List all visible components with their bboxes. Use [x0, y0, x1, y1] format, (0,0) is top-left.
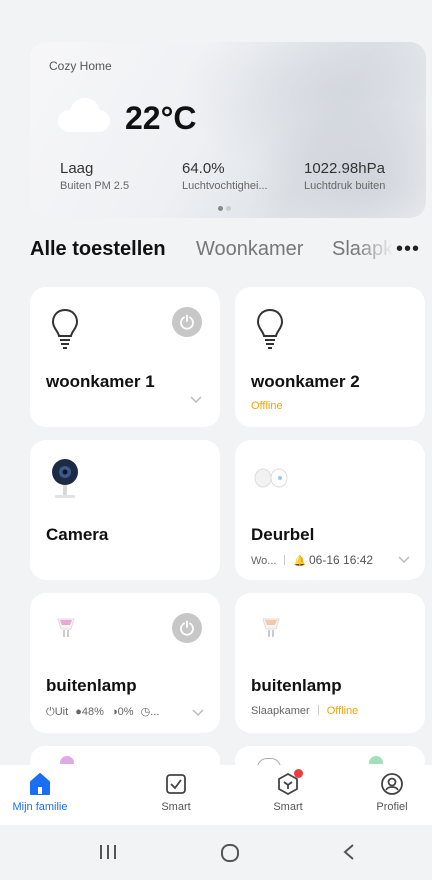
page-dot-active [218, 206, 223, 211]
power-state-icon: ⏻ [46, 706, 55, 718]
home-button-icon[interactable] [220, 843, 240, 868]
weather-card[interactable]: Cozy Home 22°C Laag Buiten PM 2.5 64.0% … [30, 42, 426, 218]
chevron-down-icon[interactable] [398, 553, 410, 567]
device-info: Wo... 🔔 06-16 16:42 [251, 553, 373, 567]
device-icon-partial [369, 756, 383, 764]
brightness-icon: ● [75, 706, 82, 718]
nav-label: Profiel [376, 801, 408, 813]
device-room: Wo... [251, 555, 277, 567]
nav-label: Mijn familie [12, 801, 68, 813]
device-name: woonkamer 2 [251, 372, 360, 391]
page-indicator [218, 198, 234, 216]
device-name: buitenlamp [251, 676, 342, 695]
spotlight-icon [262, 618, 280, 637]
bulb-icon [256, 308, 284, 349]
nav-smart-1[interactable]: Smart [136, 765, 216, 813]
page-dot [226, 206, 231, 211]
divider [284, 555, 286, 565]
stat-label: Luchtdruk buiten [304, 180, 386, 192]
saturation-icon: ◑ [110, 706, 118, 718]
power-state: Uit [54, 706, 69, 718]
power-icon [180, 314, 194, 330]
stat-label: Luchtvochtighei... [182, 180, 268, 192]
power-icon [180, 620, 194, 636]
offline-status: Offline [251, 400, 283, 412]
device-card-camera[interactable]: Camera [30, 440, 220, 580]
system-navigation-bar [0, 825, 432, 880]
chevron-down-icon[interactable] [192, 706, 204, 720]
notification-badge [294, 769, 303, 778]
offline-status: Offline [326, 705, 359, 717]
divider [317, 705, 319, 715]
camera-icon [52, 459, 78, 498]
device-icon-partial [60, 756, 74, 764]
recent-apps-icon[interactable] [98, 843, 118, 866]
device-name: Camera [46, 525, 109, 544]
nav-label: Smart [273, 801, 303, 813]
stat-pm25: Laag Buiten PM 2.5 [60, 160, 129, 192]
nav-mijn-familie[interactable]: Mijn familie [0, 765, 80, 813]
checkbox-icon [163, 771, 189, 797]
power-button[interactable] [172, 307, 202, 337]
last-event-time: 06-16 16:42 [309, 553, 374, 567]
home-icon [27, 771, 53, 797]
stat-value: Laag [60, 160, 94, 177]
device-card-woonkamer-2[interactable]: woonkamer 2 Offline [235, 287, 425, 427]
chevron-down-icon[interactable] [190, 393, 202, 407]
saturation-value: 0% [117, 706, 134, 718]
temperature: 22°C [125, 100, 197, 136]
cloud-icon [58, 98, 114, 132]
device-card-deurbel[interactable]: Deurbel Wo... 🔔 06-16 16:42 [235, 440, 425, 580]
stat-label: Buiten PM 2.5 [60, 180, 130, 192]
power-button[interactable] [172, 613, 202, 643]
bell-icon: 🔔 [293, 556, 306, 567]
profile-icon [379, 771, 405, 797]
tab-fade [356, 238, 394, 268]
more-icon[interactable]: ••• [396, 238, 420, 261]
tab-alle-toestellen[interactable]: Alle toestellen [30, 238, 166, 261]
stat-value: 64.0% [182, 160, 225, 177]
tab-woonkamer[interactable]: Woonkamer [196, 238, 303, 261]
stat-pressure: 1022.98hPa Luchtdruk buiten [304, 160, 385, 192]
bottom-navigation: Mijn familie Smart Smart Profiel [0, 765, 432, 825]
home-name: Cozy Home [49, 59, 112, 73]
bulb-icon [51, 308, 79, 349]
stat-humidity: 64.0% Luchtvochtighei... [182, 160, 268, 192]
device-card-buitenlamp-2[interactable]: buitenlamp Slaapkamer Offline [235, 593, 425, 733]
timer-value: ... [150, 706, 160, 718]
device-quick-status: ⏻Uit ●48% ◑0% ◷... [46, 705, 159, 719]
device-info: Slaapkamer Offline [251, 705, 358, 717]
doorbell-icon [254, 468, 288, 488]
brightness-value: 48% [81, 706, 104, 718]
device-card-buitenlamp-1[interactable]: buitenlamp ⏻Uit ●48% ◑0% ◷... [30, 593, 220, 733]
device-name: Deurbel [251, 525, 315, 544]
device-name: buitenlamp [46, 676, 137, 695]
nav-smart-2[interactable]: Smart [248, 765, 328, 813]
device-name: woonkamer 1 [46, 372, 155, 391]
spotlight-icon [57, 618, 75, 637]
stat-value: 1022.98hPa [304, 160, 385, 177]
device-card-woonkamer-1[interactable]: woonkamer 1 [30, 287, 220, 427]
nav-profiel[interactable]: Profiel [352, 765, 432, 813]
smart-scene-icon [275, 769, 303, 797]
room-tabs: Alle toestellen Woonkamer Slaapkamer ••• [30, 238, 432, 268]
device-room: Slaapkamer [251, 705, 310, 717]
timer-icon: ◷ [140, 706, 151, 718]
back-icon[interactable] [342, 843, 356, 866]
nav-label: Smart [161, 801, 191, 813]
